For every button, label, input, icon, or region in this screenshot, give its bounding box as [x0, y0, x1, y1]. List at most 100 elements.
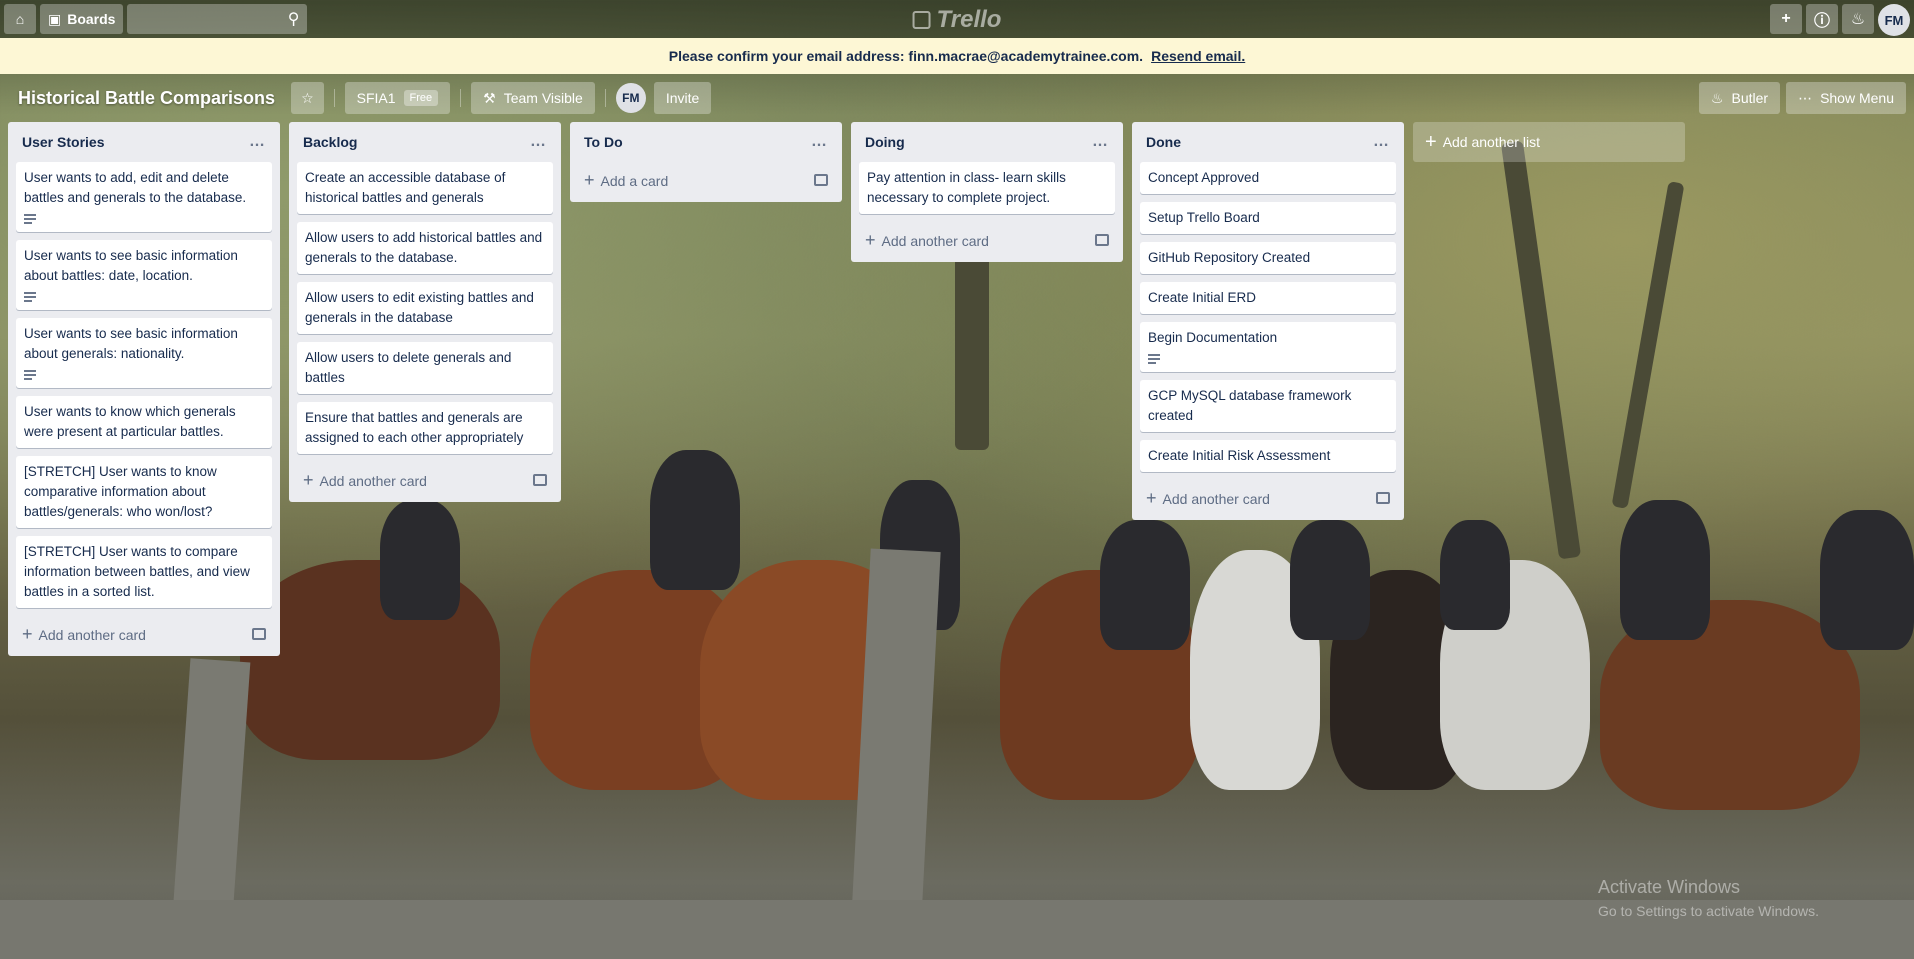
add-card-content: + Add another card: [22, 624, 146, 645]
member-avatar[interactable]: FM: [615, 83, 646, 113]
boards-label: Boards: [67, 11, 116, 27]
card[interactable]: [STRETCH] User wants to know comparative…: [16, 456, 272, 528]
visibility-button[interactable]: ⚒ Team Visible: [471, 82, 595, 114]
divider: [333, 89, 335, 107]
list-menu-icon[interactable]: …: [1092, 133, 1109, 151]
list-title[interactable]: User Stories: [22, 134, 104, 150]
card[interactable]: User wants to see basic information abou…: [16, 240, 272, 310]
board-lists: User Stories … User wants to add, edit and…: [8, 122, 1685, 656]
card[interactable]: Create an accessible database of histori…: [297, 162, 553, 214]
card[interactable]: User wants to know which generals were p…: [16, 396, 272, 448]
card[interactable]: Pay attention in class- learn skills nec…: [859, 162, 1115, 214]
bell-icon: ♨: [1850, 11, 1866, 28]
add-card-label: Add another card: [1162, 490, 1270, 507]
resend-email-link[interactable]: Resend email.: [1151, 48, 1245, 64]
add-card-button[interactable]: + Add another card: [16, 616, 272, 652]
email-confirm-banner: Please confirm your email address: finn.…: [0, 38, 1914, 74]
card[interactable]: Begin Documentation: [1140, 322, 1396, 372]
watermark-subtitle: Go to Settings to activate Windows.: [1598, 903, 1819, 919]
show-menu-button[interactable]: ⋯ Show Menu: [1786, 82, 1906, 114]
info-button[interactable]: ⓘ: [1806, 4, 1838, 34]
butler-button[interactable]: ♨ Butler: [1698, 82, 1781, 114]
add-card-content: + Add a card: [584, 170, 668, 191]
plan-badge: Free: [403, 90, 439, 106]
list-backlog: Backlog … Create an accessible database of…: [289, 122, 561, 502]
add-card-label: Add a card: [600, 172, 669, 189]
card-template-icon[interactable]: [814, 174, 828, 186]
card-title: GitHub Repository Created: [1148, 250, 1311, 265]
search-icon: ⚲: [287, 11, 300, 28]
card-template-icon[interactable]: [1095, 234, 1109, 246]
card-title: Begin Documentation: [1148, 330, 1278, 345]
card[interactable]: Ensure that battles and generals are ass…: [297, 402, 553, 454]
card-title: Create Initial ERD: [1148, 290, 1257, 305]
star-button[interactable]: ☆: [291, 82, 324, 114]
card[interactable]: Allow users to add historical battles an…: [297, 222, 553, 274]
card[interactable]: Create Initial ERD: [1140, 282, 1396, 314]
create-button[interactable]: +: [1770, 4, 1802, 34]
card-title: GCP MySQL database framework created: [1148, 388, 1352, 423]
description-icon: [24, 370, 36, 380]
search-input[interactable]: ⚲: [127, 4, 308, 34]
card-title: Create Initial Risk Assessment: [1148, 448, 1331, 463]
team-name: SFIA1: [356, 90, 396, 106]
list-menu-icon[interactable]: …: [1373, 133, 1390, 151]
card[interactable]: User wants to see basic information abou…: [16, 318, 272, 388]
card-title: User wants to know which generals were p…: [24, 404, 236, 439]
list-menu-icon[interactable]: …: [530, 133, 547, 151]
list-title[interactable]: Done: [1146, 134, 1181, 150]
home-button[interactable]: ⌂: [4, 4, 36, 34]
add-card-button[interactable]: + Add another card: [1140, 480, 1396, 516]
list-title[interactable]: Backlog: [303, 134, 357, 150]
notifications-button[interactable]: ♨: [1842, 4, 1874, 34]
card[interactable]: Setup Trello Board: [1140, 202, 1396, 234]
plus-icon: +: [22, 623, 33, 644]
card[interactable]: Concept Approved: [1140, 162, 1396, 194]
divider: [604, 89, 606, 107]
butler-label: Butler: [1731, 90, 1769, 106]
card-title: User wants to add, edit and delete battl…: [24, 170, 247, 205]
team-visible-icon: ⚒: [483, 89, 496, 106]
card-title: Setup Trello Board: [1148, 210, 1260, 225]
card-template-icon[interactable]: [1376, 492, 1390, 504]
card[interactable]: GCP MySQL database framework created: [1140, 380, 1396, 432]
add-card-button[interactable]: + Add another card: [859, 222, 1115, 258]
invite-button[interactable]: Invite: [653, 82, 712, 114]
boards-button[interactable]: ▣ Boards: [40, 4, 124, 34]
card-title: User wants to see basic information abou…: [24, 248, 238, 283]
description-icon: [24, 292, 36, 302]
plus-icon: +: [1425, 130, 1437, 153]
card-title: [STRETCH] User wants to compare informat…: [24, 544, 250, 599]
add-card-button[interactable]: + Add another card: [297, 462, 553, 498]
list-doing: Doing … Pay attention in class- learn skil…: [851, 122, 1123, 262]
trello-logo[interactable]: Trello: [912, 6, 1001, 34]
team-button[interactable]: SFIA1 Free: [344, 82, 451, 114]
card-title: Pay attention in class- learn skills nec…: [867, 170, 1066, 205]
card-template-icon[interactable]: [252, 628, 266, 640]
add-card-content: + Add another card: [303, 470, 427, 491]
list-menu-icon[interactable]: …: [811, 133, 828, 151]
plus-icon: +: [303, 469, 314, 490]
card[interactable]: Allow users to edit existing battles and…: [297, 282, 553, 334]
list-header: To Do …: [578, 122, 834, 162]
list-to-do: To Do … + Add a card: [570, 122, 842, 202]
card[interactable]: User wants to add, edit and delete battl…: [16, 162, 272, 232]
star-icon: ☆: [301, 89, 314, 106]
user-avatar[interactable]: FM: [1878, 4, 1910, 36]
card[interactable]: Create Initial Risk Assessment: [1140, 440, 1396, 472]
add-list-button[interactable]: + Add another list: [1413, 122, 1685, 162]
card[interactable]: GitHub Repository Created: [1140, 242, 1396, 274]
list-menu-icon[interactable]: …: [249, 133, 266, 151]
card-template-icon[interactable]: [533, 474, 547, 486]
list-title[interactable]: To Do: [584, 134, 623, 150]
list-header: Backlog …: [297, 122, 553, 162]
butler-icon: ♨: [1710, 89, 1724, 106]
description-icon: [1148, 354, 1160, 364]
board-title[interactable]: Historical Battle Comparisons: [8, 88, 285, 109]
card[interactable]: [STRETCH] User wants to compare informat…: [16, 536, 272, 608]
info-icon: ⓘ: [1813, 13, 1830, 30]
card[interactable]: Allow users to delete generals and battl…: [297, 342, 553, 394]
add-card-button[interactable]: + Add a card: [578, 162, 834, 198]
list-title[interactable]: Doing: [865, 134, 905, 150]
more-icon: ⋯: [1798, 89, 1813, 106]
